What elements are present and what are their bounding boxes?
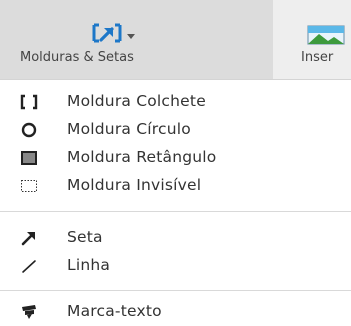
rectangle-frame-icon xyxy=(20,149,38,167)
menu-item-line[interactable]: Linha xyxy=(0,252,351,280)
menu-item-label: Moldura Colchete xyxy=(67,92,206,110)
circle-frame-icon xyxy=(20,121,38,139)
menu-item-label: Seta xyxy=(67,228,103,246)
menu-item-invisible-frame[interactable]: Moldura Invisível xyxy=(0,172,351,200)
frames-and-arrows-button[interactable]: Molduras & Setas xyxy=(0,0,273,79)
arrow-icon xyxy=(20,229,38,247)
bracket-frame-icon xyxy=(20,93,38,111)
frames-and-arrows-label: Molduras & Setas xyxy=(20,50,134,65)
insert-image-icon xyxy=(306,24,346,50)
line-icon xyxy=(20,257,38,275)
menu-item-bracket-frame[interactable]: Moldura Colchete xyxy=(0,88,351,116)
menu-item-label: Moldura Invisível xyxy=(67,176,202,194)
highlighter-icon xyxy=(20,303,38,321)
menu-item-highlighter[interactable]: Marca-texto xyxy=(0,298,351,326)
menu-item-label: Linha xyxy=(67,256,111,274)
menu-item-rectangle-frame[interactable]: Moldura Retângulo xyxy=(0,144,351,172)
invisible-frame-icon xyxy=(20,177,38,195)
ribbon-toolbar: Molduras & Setas Inser xyxy=(0,0,351,80)
frame-arrow-icon xyxy=(92,22,122,50)
menu-item-arrow[interactable]: Seta xyxy=(0,224,351,252)
chevron-down-icon[interactable] xyxy=(127,34,135,39)
insert-button[interactable]: Inser xyxy=(273,0,351,79)
menu-item-label: Moldura Retângulo xyxy=(67,148,217,166)
menu-divider xyxy=(0,211,351,212)
menu-item-circle-frame[interactable]: Moldura Círculo xyxy=(0,116,351,144)
insert-label: Inser xyxy=(301,50,334,65)
menu-item-label: Moldura Círculo xyxy=(67,120,191,138)
menu-item-label: Marca-texto xyxy=(67,302,162,320)
frames-arrows-dropdown-menu: Moldura Colchete Moldura Círculo Moldura… xyxy=(0,80,351,320)
menu-divider xyxy=(0,290,351,291)
